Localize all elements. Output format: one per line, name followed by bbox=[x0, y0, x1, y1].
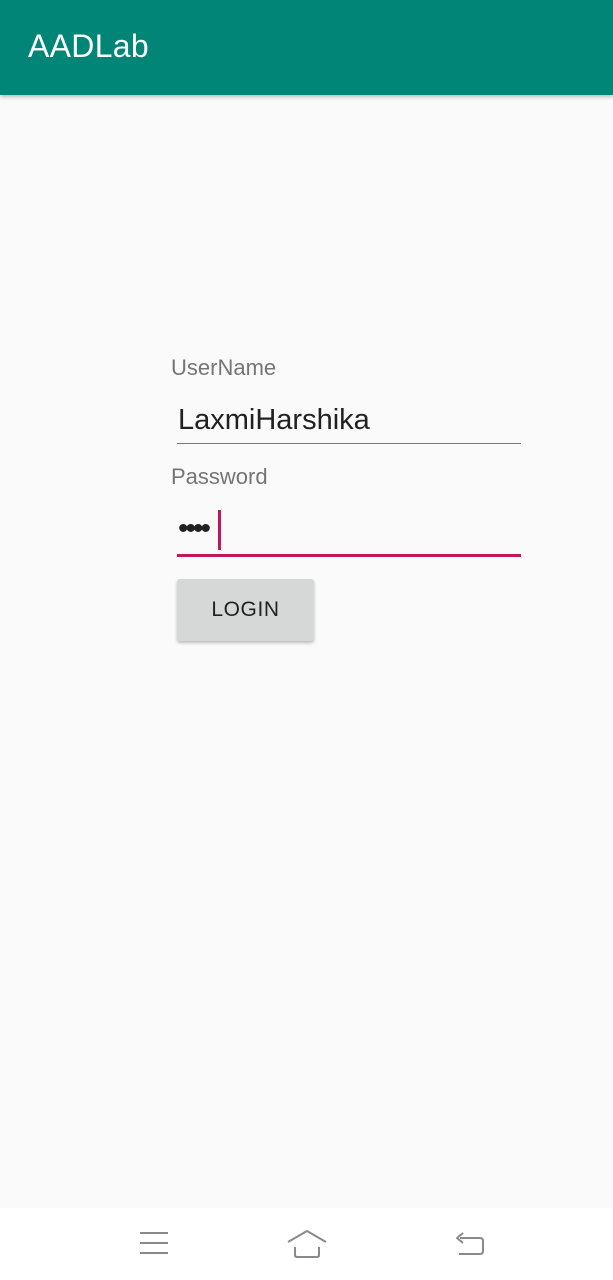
menu-icon[interactable] bbox=[132, 1226, 176, 1262]
password-label: Password bbox=[171, 464, 268, 489]
username-value: LaxmiHarshika bbox=[178, 404, 370, 436]
app-bar: AADLab bbox=[0, 0, 613, 95]
app-screen: AADLab UserName LaxmiHarshika Password •… bbox=[0, 0, 613, 1280]
back-icon[interactable] bbox=[447, 1226, 491, 1262]
system-nav-bar bbox=[0, 1208, 613, 1280]
username-label: UserName bbox=[171, 355, 277, 380]
username-field[interactable]: LaxmiHarshika bbox=[177, 403, 521, 444]
home-icon[interactable] bbox=[285, 1226, 329, 1262]
password-masked-value: •••• bbox=[178, 512, 211, 545]
text-cursor bbox=[218, 510, 221, 550]
password-field[interactable]: •••• bbox=[177, 510, 521, 557]
app-title: AADLab bbox=[28, 28, 149, 64]
login-button[interactable]: LOGIN bbox=[177, 579, 314, 641]
